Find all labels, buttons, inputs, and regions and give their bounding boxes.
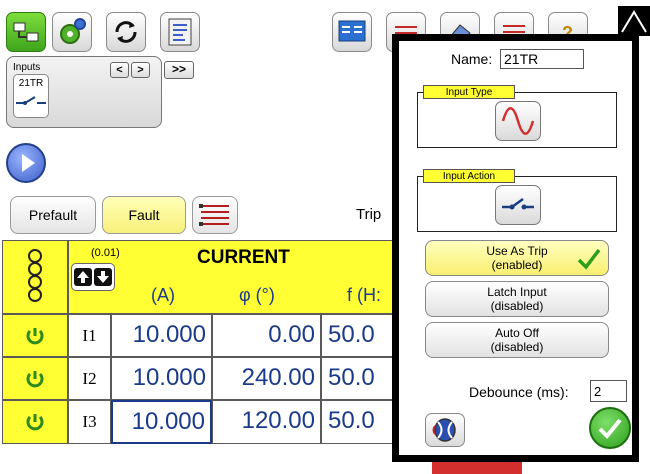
- contact-icon: [502, 197, 534, 210]
- frequency-field[interactable]: 50.0: [321, 314, 398, 357]
- inputs-panel-title: Inputs: [13, 62, 41, 73]
- amplitude-field[interactable]: 10.000: [111, 314, 212, 357]
- gear-icon: [60, 18, 86, 44]
- play-button[interactable]: [6, 143, 46, 183]
- power-icon: [26, 370, 44, 387]
- step-up-down-button[interactable]: [71, 263, 115, 291]
- angle-field[interactable]: 120.00: [212, 400, 321, 444]
- use-as-trip-button[interactable]: Use As Trip (enabled): [425, 240, 609, 276]
- col-frequency: f (H:: [347, 285, 381, 305]
- display-button[interactable]: [332, 12, 372, 52]
- coupling-button[interactable]: [2, 240, 68, 314]
- auto-off-title: Auto Off: [495, 326, 539, 340]
- angle-field[interactable]: 0.00: [212, 314, 321, 357]
- chain-icon: [28, 249, 42, 302]
- phase-label: I3: [68, 400, 111, 444]
- settings-button[interactable]: [52, 12, 92, 52]
- tab-fault[interactable]: Fault: [102, 196, 186, 234]
- frequency-field[interactable]: 50.0: [321, 400, 398, 444]
- col-phase: φ (°): [239, 285, 275, 305]
- current-header: (0.01) CURRENT (A) φ (°) f (H:: [68, 240, 398, 314]
- name-label: Name:: [451, 51, 493, 67]
- angle-field[interactable]: 240.00: [212, 357, 321, 400]
- col-amplitude: (A): [151, 285, 175, 305]
- auto-off-button[interactable]: Auto Off (disabled): [425, 322, 609, 358]
- input-action-section: Input Action: [417, 169, 617, 232]
- input-type-section: Input Type: [417, 85, 617, 148]
- status-indicator: [432, 462, 522, 474]
- power-icon: [26, 327, 44, 344]
- tab-prefault[interactable]: Prefault: [10, 196, 96, 234]
- trip-label: Trip: [356, 206, 382, 223]
- frequency-field[interactable]: 50.0: [321, 357, 398, 400]
- input-action-title: Input Action: [423, 169, 515, 183]
- power-icon: [26, 414, 44, 431]
- debounce-input[interactable]: [590, 380, 627, 402]
- report-icon: [168, 18, 192, 46]
- amplitude-field[interactable]: 10.000: [111, 400, 212, 444]
- report-button[interactable]: [160, 12, 200, 52]
- list-icon: [199, 204, 229, 226]
- checkmark-icon: [598, 418, 622, 439]
- latch-input-title: Latch Input: [487, 285, 547, 299]
- expand-inputs-button[interactable]: >>: [164, 61, 194, 79]
- phase-label: I1: [68, 314, 111, 357]
- latch-input-state: (disabled): [490, 299, 544, 313]
- display-icon: [338, 20, 366, 42]
- contact-icon: [16, 96, 46, 105]
- input-tile-label: 21TR: [18, 78, 44, 89]
- test-input-button[interactable]: [425, 413, 465, 447]
- refresh-icon: [115, 21, 137, 43]
- current-title: CURRENT: [197, 247, 290, 268]
- input-config-dialog: Name: Input Type Input Action: [392, 34, 639, 462]
- phase-enable-button[interactable]: [2, 357, 68, 400]
- input-type-title: Input Type: [423, 85, 515, 99]
- phase-enable-button[interactable]: [2, 400, 68, 444]
- amplitude-field[interactable]: 10.000: [111, 357, 212, 400]
- arrow-up-icon: [74, 268, 92, 286]
- checkmark-icon: [577, 248, 601, 270]
- sine-wave-icon: [501, 107, 535, 135]
- next-input-button[interactable]: >: [131, 62, 150, 78]
- prev-input-button[interactable]: <: [110, 62, 129, 78]
- sequence-list-button[interactable]: [192, 196, 238, 234]
- name-input[interactable]: [500, 49, 584, 69]
- network-button[interactable]: [6, 12, 46, 52]
- phase-enable-button[interactable]: [2, 314, 68, 357]
- input-tile[interactable]: 21TR: [13, 74, 49, 118]
- inputs-panel: Inputs < > 21TR: [6, 56, 162, 128]
- phase-label: I2: [68, 357, 111, 400]
- step-size: (0.01): [91, 247, 120, 259]
- arrow-down-icon: [94, 268, 112, 286]
- window-corner: [618, 6, 650, 36]
- dialog-body: Name: Input Type Input Action: [399, 41, 632, 455]
- input-type-button[interactable]: [495, 101, 541, 141]
- network-icon: [13, 22, 39, 42]
- play-icon: [22, 154, 35, 172]
- auto-off-state: (disabled): [490, 340, 544, 354]
- latch-input-button[interactable]: Latch Input (disabled): [425, 281, 609, 317]
- ok-button[interactable]: [589, 407, 631, 449]
- input-action-button[interactable]: [495, 185, 541, 225]
- debounce-label: Debounce (ms):: [469, 384, 569, 400]
- refresh-button[interactable]: [106, 12, 146, 52]
- signal-icon: [432, 418, 456, 442]
